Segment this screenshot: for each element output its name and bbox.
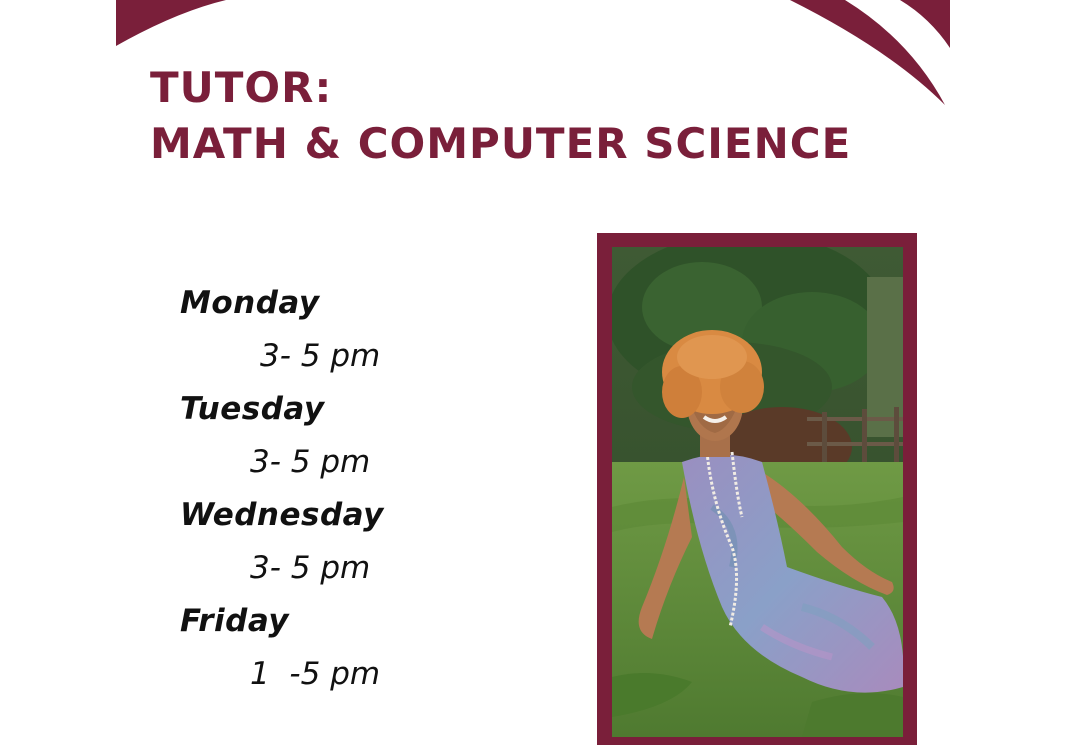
schedule-time: 3- 5 pm xyxy=(250,444,371,480)
schedule-day: Friday xyxy=(180,603,290,639)
schedule-day: Wednesday xyxy=(180,497,384,533)
title-line-subjects: MATH & COMPUTER SCIENCE xyxy=(150,119,852,168)
schedule-day: Monday xyxy=(180,285,320,321)
schedule-time: 3- 5 pm xyxy=(250,550,371,586)
schedule-time: 3- 5 pm xyxy=(260,338,381,374)
schedule-time: 1 -5 pm xyxy=(250,656,381,692)
corner-swoosh-left xyxy=(116,0,226,46)
schedule-item-wednesday: Wednesday 3- 5 pm xyxy=(180,489,500,595)
title-line-tutor: TUTOR: xyxy=(150,63,333,112)
schedule-item-tuesday: Tuesday 3- 5 pm xyxy=(180,383,500,489)
tutor-flyer: TUTOR: MATH & COMPUTER SCIENCE Monday 3-… xyxy=(0,0,1080,745)
schedule-day: Tuesday xyxy=(180,391,325,427)
schedule-item-monday: Monday 3- 5 pm xyxy=(180,277,500,383)
schedule-list: Monday 3- 5 pm Tuesday 3- 5 pm Wednesday… xyxy=(180,277,500,701)
flyer-title: TUTOR: MATH & COMPUTER SCIENCE xyxy=(150,60,851,172)
tutor-portrait-photo xyxy=(612,247,903,737)
schedule-item-friday: Friday 1 -5 pm xyxy=(180,595,500,701)
